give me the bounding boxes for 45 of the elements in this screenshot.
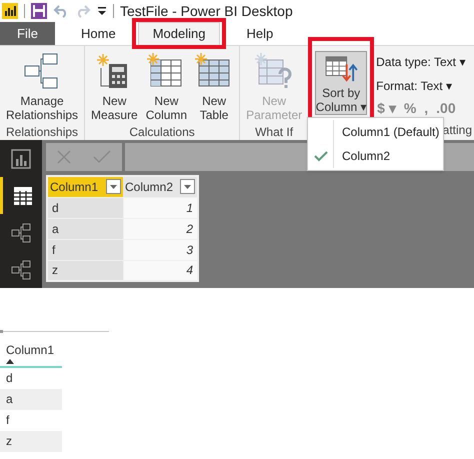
checkmark-icon[interactable] [93,150,111,164]
table-cell: d [47,197,123,218]
ribbon-tab[interactable]: Help [232,22,288,45]
column-header[interactable]: Column2 [123,176,198,197]
group-label: Calculations [128,124,196,141]
table-cell: z [0,431,62,452]
table-cell: 2 [123,218,198,239]
dropdown-icon[interactable] [180,179,195,194]
group-label: atting [442,122,472,139]
sort-icon [323,55,360,83]
customize-toolbar-icon[interactable] [97,5,107,17]
table-cell: 4 [123,260,198,281]
menu-item[interactable]: Column1 (Default) [308,120,443,144]
table-question-icon [255,52,294,90]
table-cell: a [0,389,62,410]
file-tab[interactable]: File [0,22,55,45]
bar-chart-icon [11,148,31,168]
table-cell: z [47,260,123,281]
data-type-dropdown[interactable]: Data type: Text ▾ [376,53,466,71]
group-label: Relationships [5,124,80,141]
table-cell: f [47,239,123,260]
ribbon-button: New Parameter [244,52,304,122]
ribbon-button[interactable]: New Table [193,52,236,122]
format-dropdown[interactable]: Format: Text ▾ [376,77,466,95]
ribbon-button[interactable]: Manage Relationships [4,52,80,122]
table-cell: a [47,218,123,239]
dropdown-icon[interactable] [106,179,121,194]
diagram-icon [11,260,31,280]
table-cell: 1 [123,197,198,218]
ribbon-button[interactable]: New Measure [89,52,140,122]
app-logo-icon [2,3,18,19]
sort-by-column-button[interactable]: Sort by Column ▾ [315,51,368,115]
ribbon-button[interactable]: New Column [144,52,190,122]
table-cell: 3 [123,239,198,260]
ribbon-tab[interactable]: Home [67,22,130,45]
window-title: TestFile - Power BI Desktop [120,2,293,21]
column-header[interactable]: Column1 [47,176,123,197]
save-icon[interactable] [31,3,47,19]
resize-handle[interactable] [0,330,3,333]
checkmark-icon [314,150,328,162]
menu-item[interactable]: Column2 [308,144,443,168]
diagram-icon [11,222,31,242]
ribbon-tab[interactable]: Modeling [138,22,220,45]
table-icon [12,186,32,206]
group-label: What If [254,124,294,141]
